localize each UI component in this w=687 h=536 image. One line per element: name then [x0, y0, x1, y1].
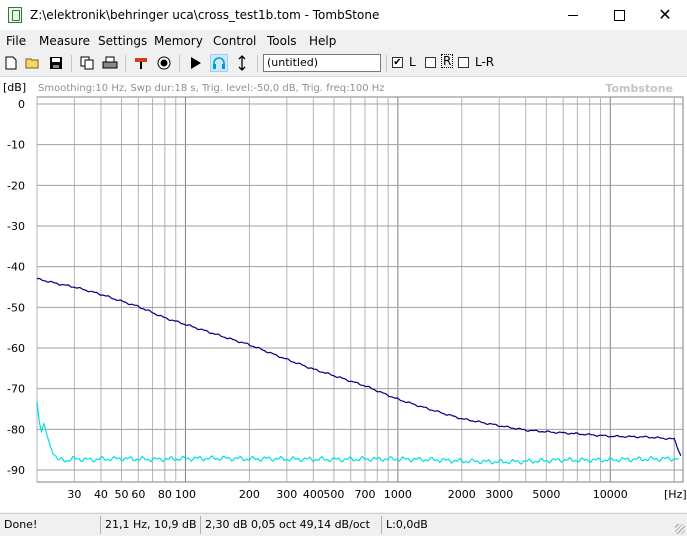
menu-bar: File Measure Settings Memory Control Too… — [0, 31, 687, 51]
status-cursor: 21,1 Hz, 10,9 dB — [105, 518, 197, 531]
close-icon: ✕ — [658, 5, 672, 24]
x-tick-label: 1000 — [384, 488, 412, 501]
x-tick-label: 200 — [239, 488, 260, 501]
plot-frame — [36, 96, 684, 483]
checkbox-lr-label: L-R — [475, 55, 495, 69]
measurement-info: Smoothing:10 Hz, Swp dur:18 s, Trig. lev… — [38, 83, 385, 94]
y-tick-label: -70 — [7, 383, 25, 396]
status-slope: 2,30 dB 0,05 oct 49,14 dB/oct — [205, 518, 370, 531]
frequency-response-graph[interactable]: 0 -10 -20 -30 -40 -50 -60 -70 -80 -90 30 40 50 60 80 1… — [0, 77, 687, 512]
minimize-icon — [568, 14, 578, 16]
save-button[interactable] — [47, 54, 65, 72]
x-tick-label: 500 — [323, 488, 344, 501]
x-tick-label: 10000 — [593, 488, 628, 501]
menu-settings[interactable]: Settings — [98, 34, 147, 48]
probe-button[interactable] — [132, 54, 150, 72]
status-divider — [381, 516, 382, 534]
record-icon — [157, 56, 171, 70]
x-tick-label: 400 — [303, 488, 324, 501]
menu-measure[interactable]: Measure — [39, 34, 90, 48]
checkbox-r-label: R — [441, 54, 454, 68]
copy-button[interactable] — [78, 54, 96, 72]
x-tick-label: 50 — [115, 488, 129, 501]
checkbox-l-label: L — [409, 55, 416, 69]
y-tick-label: -10 — [7, 139, 25, 152]
toolbar: (untitled) ✔ L R L-R — [0, 52, 687, 77]
probe-icon — [135, 58, 147, 69]
x-unit-label: [Hz] — [664, 488, 687, 501]
x-tick-label: 3000 — [485, 488, 513, 501]
copy-icon — [80, 56, 94, 70]
x-tick-labels: 30 40 50 60 80 100 200 300 400 500 700 1000 2000 3000… — [67, 488, 627, 501]
menu-help[interactable]: Help — [309, 34, 336, 48]
headphones-button[interactable] — [210, 54, 228, 72]
checkbox-r[interactable] — [425, 57, 436, 68]
status-bar: Done! 21,1 Hz, 10,9 dB 2,30 dB 0,05 oct … — [0, 513, 687, 536]
x-tick-label: 60 — [131, 488, 145, 501]
minimize-button[interactable] — [550, 0, 596, 30]
y-tick-labels: 0 -10 -20 -30 -40 -50 -60 -70 -80 -90 — [7, 98, 25, 477]
profile-combo[interactable]: (untitled) — [263, 54, 381, 72]
title-bar: Z:\elektronik\behringer uca\cross_test1b… — [0, 0, 687, 30]
play-button[interactable] — [187, 54, 205, 72]
new-button[interactable] — [2, 54, 20, 72]
maximize-button[interactable] — [596, 0, 642, 30]
y-tick-label: -50 — [7, 301, 25, 314]
save-icon — [50, 57, 62, 69]
y-tick-label: -90 — [7, 464, 25, 477]
marker-button[interactable] — [233, 54, 251, 72]
tombstone-window: Z:\elektronik\behringer uca\cross_test1b… — [0, 0, 687, 536]
x-tick-label: 5000 — [532, 488, 560, 501]
marker-icon — [238, 55, 246, 71]
open-icon — [25, 58, 39, 69]
record-button[interactable] — [155, 54, 173, 72]
menu-tools[interactable]: Tools — [267, 34, 297, 48]
grid — [36, 96, 684, 483]
menu-control[interactable]: Control — [213, 34, 256, 48]
menu-memory[interactable]: Memory — [154, 34, 203, 48]
app-icon — [8, 7, 22, 23]
new-icon — [5, 56, 17, 70]
print-button[interactable] — [101, 54, 119, 72]
y-tick-label: -20 — [7, 179, 25, 192]
x-tick-label: 700 — [354, 488, 375, 501]
print-icon — [102, 56, 118, 69]
x-tick-label: 40 — [94, 488, 108, 501]
headphones-icon — [213, 57, 225, 69]
menu-file[interactable]: File — [6, 34, 26, 48]
watermark: Tombstone — [605, 82, 673, 95]
toolbar-separator — [125, 55, 126, 72]
status-divider — [200, 516, 201, 534]
open-button[interactable] — [24, 54, 42, 72]
play-icon — [191, 57, 201, 69]
x-tick-label: 30 — [67, 488, 81, 501]
x-tick-label: 80 — [158, 488, 172, 501]
status-state: Done! — [4, 518, 38, 531]
status-level: L:0,0dB — [386, 518, 428, 531]
y-tick-label: -40 — [7, 261, 25, 274]
y-tick-label: -30 — [7, 220, 25, 233]
y-unit-label: [dB] — [3, 81, 26, 94]
y-tick-label: 0 — [18, 98, 25, 111]
window-title: Z:\elektronik\behringer uca\cross_test1b… — [30, 8, 380, 22]
checkbox-lr[interactable] — [458, 57, 469, 68]
toolbar-separator — [257, 55, 258, 72]
checkbox-l[interactable]: ✔ — [392, 57, 403, 68]
plot-svg: 0-10-20-30-40-50-60-70-80-90 30 40 50 60 80 1… — [3, 81, 687, 501]
y-tick-label: -80 — [7, 423, 25, 436]
resize-grip[interactable] — [675, 524, 685, 534]
toolbar-separator — [179, 55, 180, 72]
status-divider — [100, 516, 101, 534]
x-tick-label: 2000 — [448, 488, 476, 501]
toolbar-separator — [71, 55, 72, 72]
y-tick-label: -60 — [7, 342, 25, 355]
toolbar-separator — [386, 55, 387, 72]
close-button[interactable]: ✕ — [642, 0, 687, 30]
x-tick-label: 100 — [175, 488, 196, 501]
maximize-icon — [613, 9, 625, 21]
x-tick-label: 300 — [276, 488, 297, 501]
